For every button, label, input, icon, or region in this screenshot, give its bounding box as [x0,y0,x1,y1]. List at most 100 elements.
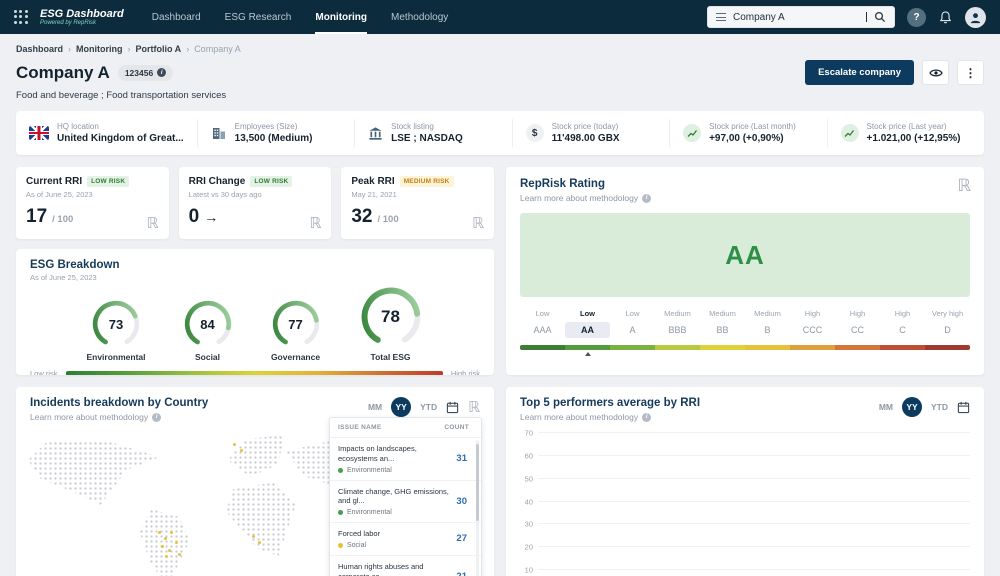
filter-mm[interactable]: MM [368,402,382,412]
page-header: Company A 123456 Escalate company [0,60,1000,85]
risk-badge: LOW RISK [87,176,129,187]
company-id-badge: 123456 [118,65,173,81]
gauge-governance: 77 Governance [270,298,322,362]
help-icon[interactable] [907,8,926,27]
col-count: COUNT [444,424,469,431]
learn-more-link[interactable]: Learn more about methodology [520,193,970,203]
y-tick-label: 30 [525,520,533,529]
social-dot-icon [338,543,343,548]
rating-bar-segment-4 [700,345,745,350]
card-title: ESG Breakdown [30,259,480,271]
peak-rri-card: Peak RRI MEDIUM RISK May 21, 2021 32 / 1… [341,167,494,239]
nav-item-methodology[interactable]: Methodology [391,0,448,34]
breadcrumb-separator [186,44,189,54]
table-row[interactable]: Forced labor Social 27 [330,523,481,556]
incident-dot [258,541,261,544]
nav-item-esg-research[interactable]: ESG Research [225,0,292,34]
company-info-strip: HQ location United Kingdom of Great... E… [16,111,984,155]
info-value: 13,500 (Medium) [235,133,313,144]
scale-a: LowA [610,309,655,338]
table-row[interactable]: Climate change, GHG emissions, and gl...… [330,481,481,524]
time-filters: MM YY YTD [879,397,970,417]
y-tick-label: 60 [525,451,533,460]
rri-value: 32 [351,206,372,228]
nav-item-monitoring[interactable]: Monitoring [315,0,367,34]
issue-count: 31 [456,453,467,464]
incident-dot [178,553,181,556]
watch-button[interactable] [922,60,949,85]
filter-mm[interactable]: MM [879,402,893,412]
high-risk-label: High risk [451,369,480,375]
info-stock-price-last-month: Stock price (Last month) +97,00 (+0,90%) [669,119,826,147]
info-icon[interactable] [157,68,166,77]
escalate-company-button[interactable]: Escalate company [805,60,914,85]
table-row[interactable]: Human rights abuses and corporate co... … [330,556,481,576]
gauge-label: Total ESG [371,352,411,362]
time-filters: MM YY YTD ℝ [368,397,480,417]
notifications-bell-icon[interactable] [938,10,953,25]
more-options-button[interactable] [957,60,984,85]
gauge-label: Social [195,352,220,362]
info-icon [642,194,651,203]
company-search-input[interactable]: Company A [707,6,895,28]
card-title: Peak RRI [351,176,394,187]
dollar-icon [526,124,544,142]
rating-bar-segment-9 [925,345,970,350]
search-value: Company A [733,12,858,23]
incident-dot [170,531,173,534]
breadcrumb-portfolio-a[interactable]: Portfolio A [136,44,182,54]
brand-logo[interactable]: ESG Dashboard Powered by RepRisk [40,8,124,27]
filter-ytd[interactable]: YTD [420,402,437,412]
incidents-by-country-card: Incidents breakdown by Country Learn mor… [16,387,494,576]
filter-ytd[interactable]: YTD [931,402,948,412]
user-avatar[interactable] [965,7,986,28]
card-subtitle: As of June 25, 2023 [30,273,480,282]
risk-badge: LOW RISK [250,176,292,187]
breadcrumb-monitoring[interactable]: Monitoring [76,44,123,54]
performers-plotwrap [538,433,970,576]
header-actions: Escalate company [805,60,984,85]
y-tick-label: 10 [525,566,533,575]
info-label: Stock price (Last year) [867,122,961,131]
scale-c: HighC [880,309,925,338]
search-icon[interactable] [874,11,886,23]
rri-suffix: / 100 [52,214,73,225]
gauge-value: 73 [90,298,142,350]
table-scrollbar[interactable] [476,440,479,576]
scale-aa: LowAA [565,309,610,338]
esg-risk-scale: Low risk High risk [30,369,480,375]
table-row[interactable]: Impacts on landscapes, ecosystems an... … [330,438,481,481]
map-south-america [134,509,190,576]
learn-more-link[interactable]: Learn more about methodology [520,412,700,422]
company-id: 123456 [125,68,153,78]
card-subtitle: Latest vs 30 days ago [189,190,322,199]
info-label: Stock price (today) [552,122,620,131]
rri-suffix: / 100 [377,214,398,225]
issue-name: Impacts on landscapes, ecosystems an... [338,444,450,464]
nav-item-dashboard[interactable]: Dashboard [152,0,201,34]
scale-aaa: LowAAA [520,309,565,338]
breadcrumb-dashboard[interactable]: Dashboard [16,44,63,54]
kebab-icon [965,66,977,80]
trend-up-icon [683,124,701,142]
brand-name: ESG Dashboard [40,8,124,20]
scale-bbb: MediumBBB [655,309,700,338]
incident-dot [233,443,236,446]
learn-more-link[interactable]: Learn more about methodology [30,412,208,422]
rating-bar-segment-6 [790,345,835,350]
reprisk-rating-card: RepRisk Rating Learn more about methodol… [506,167,984,375]
info-value: United Kingdom of Great... [57,133,184,144]
gauge-value: 78 [358,284,424,350]
info-value: +1.021,00 (+12,95%) [867,133,961,144]
calendar-icon[interactable] [957,401,970,414]
filter-menu-icon[interactable] [716,13,726,21]
gauge-total-esg: 78 Total ESG [358,284,424,362]
filter-yy[interactable]: YY [902,397,922,417]
rating-bar-segment-7 [835,345,880,350]
app-launcher-icon[interactable] [14,10,28,24]
esg-gauges: 73 Environmental 84 Social [30,284,480,362]
incident-dot [164,537,167,540]
rri-cards-row: Current RRI LOW RISK As of June 25, 2023… [16,167,494,239]
filter-yy[interactable]: YY [391,397,411,417]
calendar-icon[interactable] [446,401,459,414]
